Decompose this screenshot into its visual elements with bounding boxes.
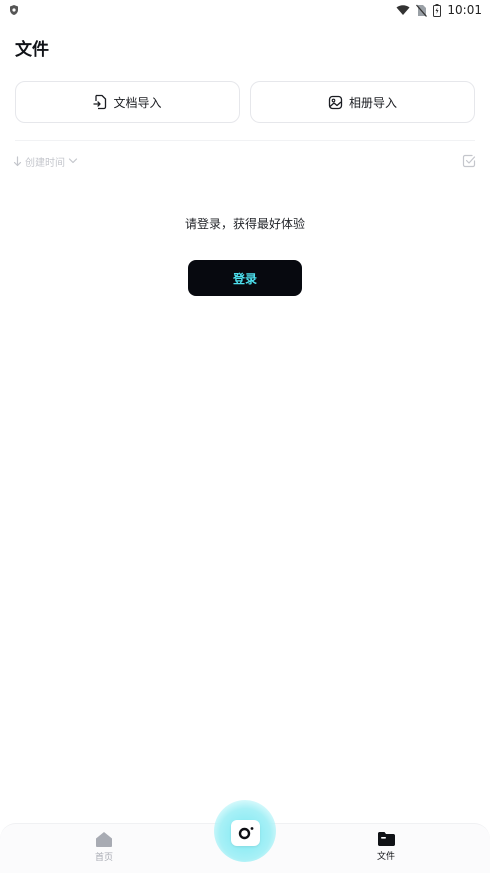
select-check-icon[interactable] (462, 154, 476, 168)
login-button[interactable]: 登录 (188, 260, 302, 296)
document-import-icon (93, 94, 107, 110)
sort-selector[interactable]: 创建时间 (13, 153, 78, 169)
wifi-icon (396, 5, 410, 15)
album-import-icon (328, 95, 343, 109)
no-sim-icon (416, 4, 428, 17)
nav-home-label: 首页 (94, 853, 113, 863)
status-bar: 10:01 (0, 0, 490, 20)
album-import-button[interactable]: 相册导入 (250, 81, 475, 123)
arrow-down-icon (13, 155, 22, 166)
folder-icon (377, 832, 395, 846)
battery-icon (433, 3, 442, 17)
sort-label: 创建时间 (25, 157, 65, 169)
status-time: 10:01 (447, 3, 482, 17)
divider (15, 140, 475, 141)
chevron-down-icon (68, 158, 78, 164)
nav-item-home[interactable]: 首页 (74, 831, 134, 863)
album-import-label: 相册导入 (348, 95, 397, 110)
login-prompt: 请登录，获得最好体验 (184, 217, 305, 231)
document-import-label: 文档导入 (113, 95, 162, 110)
nav-files-label: 文件 (376, 852, 395, 862)
page-title: 文件 (15, 40, 49, 60)
home-icon (96, 832, 112, 847)
camera-icon (238, 827, 253, 840)
shield-icon (10, 5, 18, 15)
camera-icon-holder[interactable] (231, 820, 260, 846)
document-import-button[interactable]: 文档导入 (15, 81, 240, 123)
nav-item-files[interactable]: 文件 (356, 831, 416, 862)
